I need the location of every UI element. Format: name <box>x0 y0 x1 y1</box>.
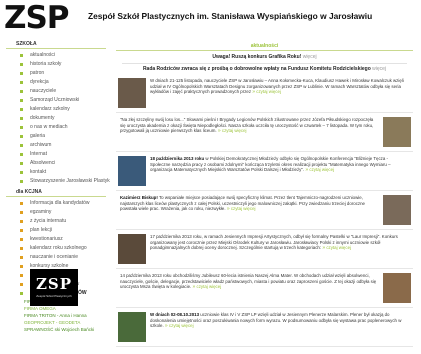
sidebar-item[interactable]: nauczyciele <box>0 87 110 96</box>
article-thumbnail[interactable] <box>383 273 411 303</box>
arrow-right-icon: » <box>226 206 230 212</box>
notice-rada-more-link[interactable]: więcej <box>372 66 386 72</box>
sidebar-item[interactable]: o nas w mediach <box>0 123 110 132</box>
sidebar-item[interactable]: galeria <box>0 132 110 141</box>
article-thumbnail[interactable] <box>118 156 146 186</box>
section-title: aktualności <box>116 42 413 51</box>
article-thumbnail[interactable] <box>118 312 146 342</box>
news-article: 18 października 2013 roku w Polskiej Dem… <box>116 154 413 191</box>
news-article: W dniach 02-08.10.2013 uczniowie klas IV… <box>116 310 413 347</box>
page-header: ZSP Zespół Szkół Plastycznych im. Stanis… <box>0 0 421 38</box>
notice-rada-text: Rada Rodziców zwraca się z prośbą o dobr… <box>142 66 371 72</box>
sidebar-item[interactable]: aktualności <box>0 51 110 60</box>
news-article: "Na złej szczęliny swój losu los..." Sło… <box>116 115 413 152</box>
sidebar-item[interactable]: historia szkoły <box>0 60 110 69</box>
sidebar-item[interactable]: Stowarzyszenie Jarosławski Plastyk <box>0 177 110 186</box>
article-body: 17 października 2013 roku, w ramach Jesi… <box>150 234 398 250</box>
article-lead: 18 października 2013 roku <box>150 156 205 161</box>
sidebar-section-school: SZKOŁA <box>6 40 106 49</box>
sponsor-link[interactable]: SPRAWNOŚĆ ski Wojciech Bańcki <box>0 326 110 333</box>
news-article: 17 października 2013 roku, w ramach Jesi… <box>116 232 413 269</box>
arrow-right-icon: » <box>252 89 256 95</box>
site-logo[interactable]: ZSP <box>4 1 70 35</box>
article-lead: Kazimierz Biskup! <box>120 195 158 200</box>
arrow-right-icon: » <box>164 323 168 329</box>
read-more-link[interactable]: czytaj więcej <box>231 206 256 211</box>
arrow-right-icon: » <box>305 167 309 173</box>
article-text: 14 października 2013 roku obchodziliśmy … <box>120 273 379 306</box>
sidebar-item[interactable]: egzaminy <box>0 208 110 217</box>
arrow-right-icon: » <box>322 245 326 251</box>
sponsor-link[interactable]: FIRMA OMEGA <box>0 305 110 312</box>
article-text: W dniach 21-125 listopada, nauczyciele Z… <box>150 78 409 111</box>
read-more-link[interactable]: czytaj więcej <box>256 89 281 94</box>
arrow-right-icon: » <box>192 284 196 290</box>
news-article: Kazimierz Biskup! To wspaniałe miejsce p… <box>116 193 413 230</box>
article-thumbnail[interactable] <box>383 117 411 147</box>
read-more-link[interactable]: czytaj więcej <box>197 284 222 289</box>
read-more-link[interactable]: czytaj więcej <box>222 128 247 133</box>
sponsor-link[interactable]: FIRMA TRITON - Anna i Hanna <box>0 312 110 319</box>
zsp-banner[interactable]: ZSP Zespół Szkół Plastycznych <box>30 269 78 306</box>
read-more-link[interactable]: czytaj więcej <box>309 167 334 172</box>
news-article: W dniach 21-125 listopada, nauczyciele Z… <box>116 76 413 113</box>
article-thumbnail[interactable] <box>118 78 146 108</box>
article-text: W dniach 02-08.10.2013 uczniowie klas IV… <box>150 312 409 345</box>
zsp-banner-logo: ZSP <box>35 275 73 293</box>
sidebar-item[interactable]: z życia internatu <box>0 217 110 226</box>
sidebar-item[interactable]: Samorząd Uczniowski <box>0 96 110 105</box>
article-thumbnail[interactable] <box>383 195 411 225</box>
read-more-link[interactable]: czytaj więcej <box>326 245 351 250</box>
article-text: Kazimierz Biskup! To wspaniałe miejsce p… <box>120 195 379 228</box>
news-article: 14 października 2013 roku obchodziliśmy … <box>116 271 413 308</box>
article-text: 17 października 2013 roku, w ramach Jesi… <box>150 234 409 267</box>
notice-grafika[interactable]: Uwaga! Ruszą konkurs Grafika Roku! więce… <box>112 53 417 62</box>
sidebar-item[interactable]: Informacja dla kandydatów <box>0 199 110 208</box>
article-thumbnail[interactable] <box>118 234 146 264</box>
article-text: "Na złej szczęliny swój losu los..." Sło… <box>120 117 379 150</box>
zsp-banner-subtitle: Zespół Szkół Plastycznych <box>36 294 72 298</box>
school-title: Zespół Szkół Plastycznych im. Stanisława… <box>88 11 373 21</box>
article-text: 18 października 2013 roku w Polskiej Dem… <box>150 156 409 189</box>
sidebar-item[interactable]: plan lekcji <box>0 226 110 235</box>
divider <box>122 63 407 64</box>
notice-grafika-more-link[interactable]: więcej <box>303 54 317 60</box>
sidebar-item[interactable]: patron <box>0 69 110 78</box>
sidebar: SZKOŁA aktualności historia szkoły patron d… <box>0 40 110 354</box>
main-content: aktualności Uwaga! Ruszą konkurs Grafika… <box>112 40 417 354</box>
notice-rada-rodzicow[interactable]: Rada Rodziców zwraca się z prośbą o dobr… <box>112 65 417 74</box>
sidebar-item[interactable]: nauczanie i ocenianie <box>0 253 110 262</box>
sidebar-item[interactable]: Internat <box>0 150 110 159</box>
read-more-link[interactable]: czytaj więcej <box>169 323 194 328</box>
sidebar-item[interactable]: dokumenty <box>0 114 110 123</box>
sidebar-item[interactable]: archiwum <box>0 141 110 150</box>
notice-grafika-text: Uwaga! Ruszą konkurs Grafika Roku! <box>212 54 302 60</box>
arrow-right-icon: » <box>217 128 221 134</box>
article-lead: W dniach 02-08.10.2013 <box>150 312 200 317</box>
sidebar-item[interactable]: dyrekcja <box>0 78 110 87</box>
sidebar-item[interactable]: kalendarz roku szkolnego <box>0 244 110 253</box>
sidebar-item[interactable]: kwestionariusz <box>0 235 110 244</box>
sidebar-item[interactable]: Absolwenci <box>0 159 110 168</box>
article-body: 14 października 2013 roku obchodziliśmy … <box>120 273 377 289</box>
sidebar-section-candidates: dla KCJNA <box>6 188 106 197</box>
sidebar-item[interactable]: kontakt <box>0 168 110 177</box>
sidebar-item[interactable]: kalendarz szkolny <box>0 105 110 114</box>
sponsor-link[interactable]: GEOPROJEKT - GEODETA <box>0 319 110 326</box>
